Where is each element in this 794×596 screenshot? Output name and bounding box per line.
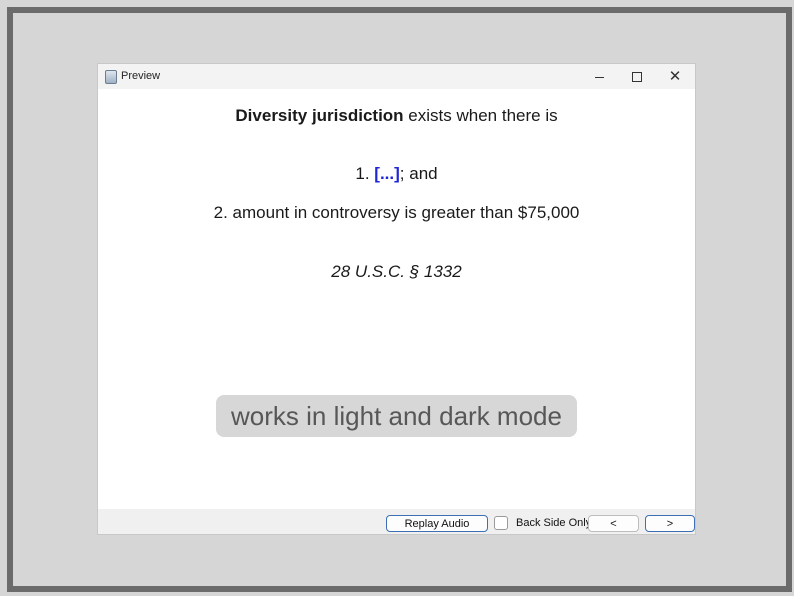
card-content: Diversity jurisdiction exists when there…: [98, 89, 695, 509]
replay-audio-button[interactable]: Replay Audio: [386, 515, 488, 532]
close-button[interactable]: ✕: [656, 64, 694, 89]
maximize-icon: [632, 71, 642, 82]
card-line-1: Diversity jurisdiction exists when there…: [98, 106, 695, 126]
previous-button[interactable]: <: [588, 515, 639, 532]
line-2-suffix: ; and: [399, 164, 438, 183]
bottom-toolbar: Replay Audio Back Side Only < >: [98, 509, 695, 534]
cloze-blank: [...]: [374, 164, 400, 183]
minimize-button[interactable]: [580, 64, 618, 89]
preview-app-icon: [105, 70, 117, 84]
card-line-2: 1. [...]; and: [98, 164, 695, 184]
title-bar[interactable]: Preview ✕: [98, 64, 695, 89]
next-button[interactable]: >: [645, 515, 695, 532]
list-number-1: 1.: [355, 164, 375, 183]
mode-caption-badge: works in light and dark mode: [216, 395, 577, 437]
back-side-only-checkbox[interactable]: [494, 516, 508, 530]
term-bold: Diversity jurisdiction: [235, 106, 404, 125]
citation: 28 U.S.C. § 1332: [331, 262, 462, 281]
maximize-button[interactable]: [618, 64, 656, 89]
window-title: Preview: [121, 70, 161, 82]
preview-window: Preview ✕ Diversity jurisdiction exists …: [98, 64, 695, 534]
minimize-icon: [594, 76, 604, 78]
term-rest: exists when there is: [403, 106, 558, 125]
back-side-only-label[interactable]: Back Side Only: [516, 517, 591, 529]
close-icon: ✕: [668, 68, 682, 85]
card-line-3: 2. amount in controversy is greater than…: [213, 203, 580, 222]
